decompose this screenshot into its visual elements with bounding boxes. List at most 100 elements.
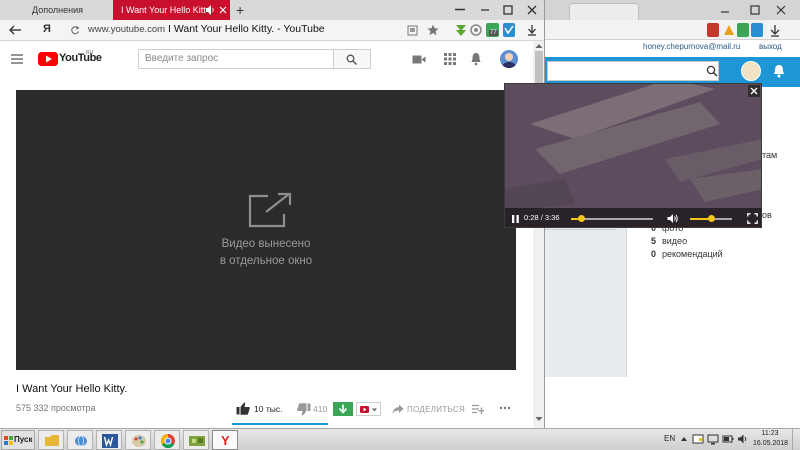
picture-in-picture-player[interactable]: 0:28 / 3:36 bbox=[504, 83, 762, 228]
new-tab-button[interactable]: + bbox=[236, 2, 244, 18]
background-tab[interactable] bbox=[569, 3, 639, 20]
search-input[interactable]: Введите запрос bbox=[138, 49, 334, 69]
tab-close-icon[interactable] bbox=[219, 0, 227, 20]
close-icon[interactable] bbox=[775, 4, 787, 16]
windows-logo-icon bbox=[4, 436, 13, 445]
star-icon[interactable] bbox=[427, 24, 439, 36]
tray-expand-icon[interactable] bbox=[680, 435, 688, 443]
search-icon[interactable] bbox=[706, 65, 718, 77]
minimize-icon[interactable] bbox=[719, 4, 731, 16]
stat-row-videos[interactable]: 5 видео bbox=[651, 236, 687, 246]
reader-mode-icon[interactable] bbox=[407, 25, 418, 36]
pip-close-button[interactable] bbox=[748, 85, 760, 97]
user-email[interactable]: honey.chepurnova@mail.ru bbox=[643, 42, 740, 51]
tab-addons[interactable]: Дополнения bbox=[24, 0, 112, 20]
taskbar-file-manager[interactable] bbox=[38, 430, 64, 450]
show-desktop-button[interactable] bbox=[792, 429, 800, 450]
download-extension-icon[interactable] bbox=[455, 23, 467, 37]
like-icon[interactable] bbox=[236, 402, 250, 415]
address-bar-row: Я www.youtube.com I Want Your Hello Kitt… bbox=[0, 20, 544, 41]
bell-icon[interactable] bbox=[771, 63, 787, 79]
extension-icon[interactable] bbox=[737, 23, 749, 37]
taskbar-network-app[interactable] bbox=[67, 430, 93, 450]
share-button[interactable]: ПОДЕЛИТЬСЯ bbox=[407, 405, 465, 414]
volume-icon[interactable] bbox=[667, 213, 679, 224]
dislike-count[interactable]: 410 bbox=[313, 404, 327, 414]
tab-bar: Дополнения I Want Your Hello Kitt + bbox=[0, 0, 544, 20]
pip-progress-knob[interactable] bbox=[578, 215, 586, 222]
upload-video-icon[interactable] bbox=[412, 54, 426, 65]
extension-icon[interactable] bbox=[723, 23, 735, 37]
pip-controls-bar: 0:28 / 3:36 bbox=[505, 208, 761, 227]
game-icon bbox=[189, 436, 205, 446]
extension-icon[interactable] bbox=[470, 23, 482, 37]
video-title: I Want Your Hello Kitty. bbox=[16, 383, 128, 395]
language-indicator[interactable]: EN bbox=[664, 434, 675, 443]
pip-progress-track[interactable] bbox=[571, 215, 653, 222]
more-actions-icon[interactable] bbox=[499, 406, 511, 410]
back-icon[interactable] bbox=[8, 24, 22, 36]
like-count[interactable]: 10 тыс. bbox=[254, 404, 282, 414]
paint-icon bbox=[132, 435, 146, 447]
share-icon[interactable] bbox=[392, 404, 404, 414]
view-count: 575 332 просмотра bbox=[16, 403, 96, 413]
extension-icon[interactable]: 77 bbox=[486, 23, 499, 37]
chrome-icon bbox=[160, 433, 175, 449]
download-button[interactable] bbox=[333, 402, 353, 416]
menu-icon[interactable] bbox=[455, 8, 465, 11]
yandex-browser-window: Дополнения I Want Your Hello Kitt + Я ww… bbox=[0, 0, 545, 428]
vk-icon[interactable] bbox=[503, 23, 515, 37]
youtube-logo-icon[interactable] bbox=[38, 52, 58, 66]
popout-message-line2: в отдельное окно bbox=[219, 255, 313, 267]
notifications-bell-icon[interactable] bbox=[470, 52, 482, 66]
reload-icon[interactable] bbox=[70, 25, 80, 35]
scroll-down-icon[interactable] bbox=[535, 416, 543, 422]
speaker-icon[interactable] bbox=[205, 0, 215, 20]
add-to-playlist-icon[interactable] bbox=[472, 404, 484, 414]
minimize-icon[interactable] bbox=[479, 4, 491, 16]
vk-icon[interactable] bbox=[751, 23, 763, 37]
pause-icon[interactable] bbox=[511, 214, 520, 224]
battery-icon[interactable] bbox=[722, 433, 734, 445]
search-button[interactable] bbox=[334, 49, 371, 69]
url-text[interactable]: www.youtube.com bbox=[88, 24, 165, 35]
pip-volume-knob[interactable] bbox=[707, 215, 715, 222]
close-icon[interactable] bbox=[526, 4, 538, 16]
taskbar-yandex-browser[interactable]: Y bbox=[212, 430, 238, 450]
yandex-icon: Y bbox=[221, 433, 230, 448]
popout-message: Видео вынесено в отдельное окно bbox=[16, 236, 516, 270]
taskbar-game[interactable] bbox=[183, 430, 209, 450]
taskbar-word[interactable] bbox=[96, 430, 122, 450]
pip-volume-track[interactable] bbox=[690, 215, 732, 222]
extension-icon[interactable] bbox=[707, 23, 719, 37]
pip-time-display: 0:28 / 3:36 bbox=[524, 213, 560, 222]
dislike-icon[interactable] bbox=[297, 403, 311, 416]
apps-grid-icon[interactable] bbox=[444, 53, 456, 65]
action-center-icon[interactable] bbox=[692, 433, 704, 445]
avatar[interactable] bbox=[500, 50, 518, 68]
volume-tray-icon[interactable] bbox=[737, 433, 749, 445]
system-clock[interactable]: 11:23 16.05.2018 bbox=[753, 429, 788, 449]
pip-time-total: 3:36 bbox=[544, 213, 560, 222]
maximize-icon[interactable] bbox=[749, 4, 761, 16]
youtube-logo-text[interactable]: YouTube bbox=[59, 52, 102, 64]
taskbar-paint[interactable] bbox=[125, 430, 151, 450]
background-search-input[interactable] bbox=[547, 61, 719, 81]
tab-youtube-active[interactable]: I Want Your Hello Kitt bbox=[113, 0, 230, 20]
logout-link[interactable]: выход bbox=[759, 42, 782, 51]
downloads-icon[interactable] bbox=[526, 23, 538, 37]
hamburger-menu-icon[interactable] bbox=[11, 54, 23, 64]
avatar[interactable] bbox=[741, 61, 761, 81]
yandex-button[interactable]: Я bbox=[43, 23, 51, 35]
taskbar-chrome[interactable] bbox=[154, 430, 180, 450]
video-player[interactable]: Видео вынесено в отдельное окно bbox=[16, 90, 516, 370]
network-tray-icon[interactable] bbox=[707, 433, 719, 445]
network-icon bbox=[75, 435, 87, 447]
fullscreen-icon[interactable] bbox=[747, 213, 758, 224]
stat-row-recommendations[interactable]: 0 рекомендаций bbox=[651, 249, 723, 259]
save-video-button[interactable] bbox=[356, 402, 381, 416]
scroll-up-icon[interactable] bbox=[535, 43, 543, 49]
start-button[interactable]: Пуск bbox=[1, 430, 35, 450]
download-icon[interactable] bbox=[769, 23, 781, 37]
maximize-icon[interactable] bbox=[502, 4, 514, 16]
